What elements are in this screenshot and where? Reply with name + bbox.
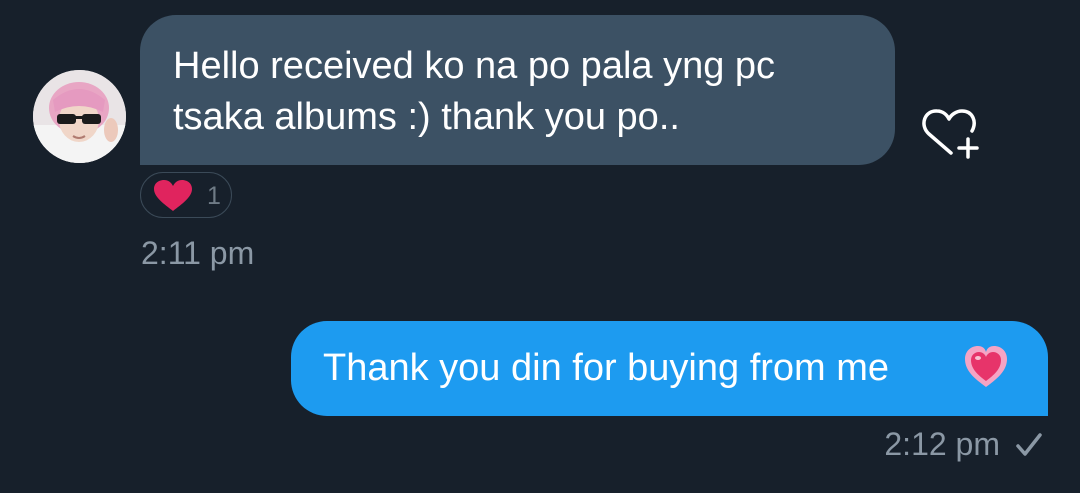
heart-plus-icon bbox=[922, 109, 979, 159]
outgoing-timestamp: 2:12 pm bbox=[884, 426, 1000, 462]
reaction-count: 1 bbox=[207, 182, 221, 210]
incoming-message-line-2: tsaka albums :) thank you po.. bbox=[173, 96, 680, 138]
incoming-timestamp: 2:11 pm bbox=[141, 235, 255, 271]
check-icon bbox=[1016, 433, 1042, 456]
outgoing-message-bubble[interactable]: Thank you din for buying from me bbox=[291, 321, 1048, 416]
reaction-pill[interactable]: 1 bbox=[140, 172, 232, 218]
avatar[interactable] bbox=[33, 70, 126, 163]
incoming-message-bubble[interactable]: Hello received ko na po pala yng pc tsak… bbox=[140, 15, 895, 165]
pink-heart-emoji bbox=[965, 346, 1007, 387]
outgoing-message-text: Thank you din for buying from me bbox=[323, 347, 890, 389]
incoming-message-line-1: Hello received ko na po pala yng pc bbox=[173, 45, 776, 87]
red-heart-icon bbox=[154, 180, 192, 211]
add-reaction-button[interactable] bbox=[915, 104, 983, 164]
